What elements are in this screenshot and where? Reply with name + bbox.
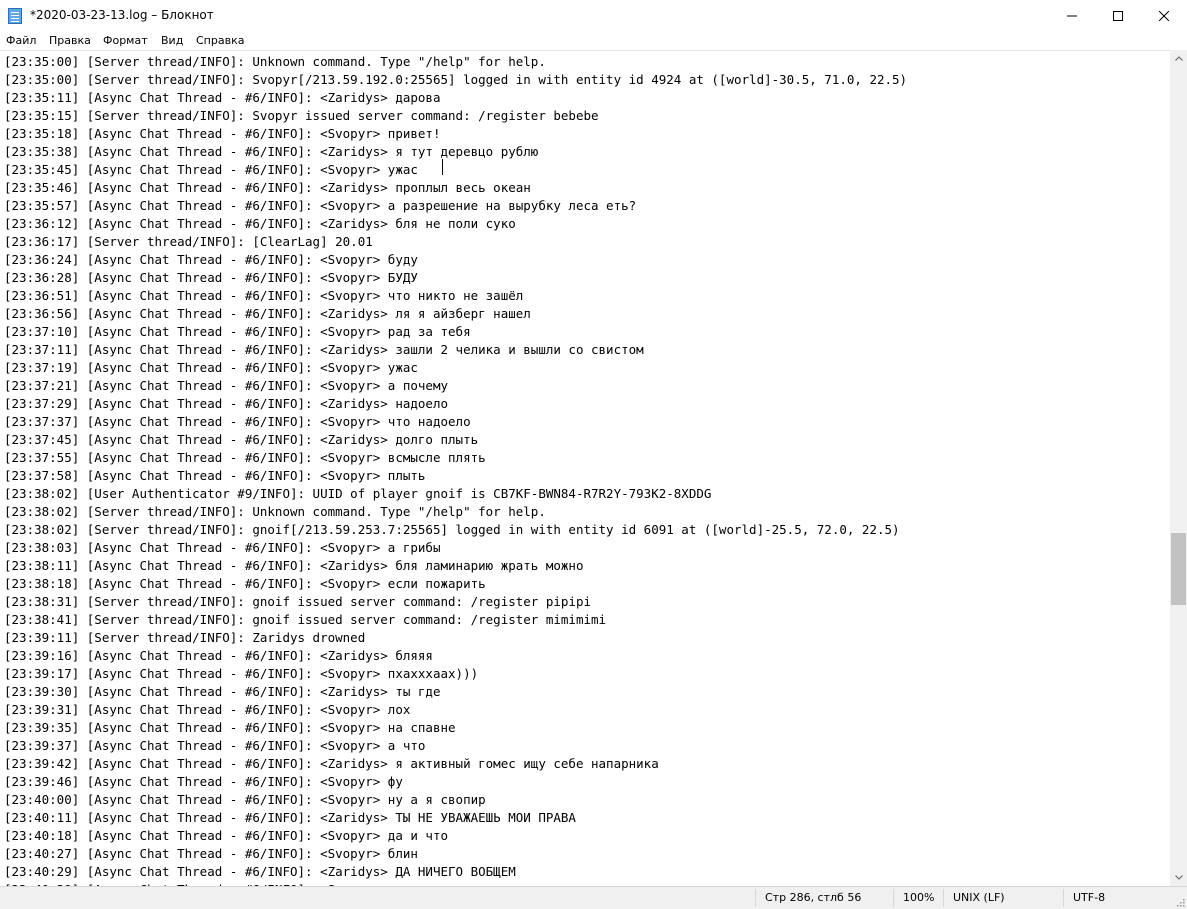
text-line[interactable]: [23:38:11] [Async Chat Thread - #6/INFO]… xyxy=(4,557,907,575)
menu-file[interactable]: Файл xyxy=(6,34,36,47)
text-line[interactable]: [23:37:55] [Async Chat Thread - #6/INFO]… xyxy=(4,449,907,467)
maximize-icon xyxy=(1113,11,1123,21)
status-divider xyxy=(893,889,894,907)
status-divider xyxy=(1063,889,1064,907)
text-line[interactable]: [23:36:28] [Async Chat Thread - #6/INFO]… xyxy=(4,269,907,287)
text-line[interactable]: [23:38:02] [Server thread/INFO]: Unknown… xyxy=(4,503,907,521)
menu-edit[interactable]: Правка xyxy=(49,34,91,47)
scroll-up-button[interactable] xyxy=(1170,50,1187,67)
text-line[interactable]: [23:36:12] [Async Chat Thread - #6/INFO]… xyxy=(4,215,907,233)
text-line[interactable]: [23:37:10] [Async Chat Thread - #6/INFO]… xyxy=(4,323,907,341)
menu-view[interactable]: Вид xyxy=(161,34,183,47)
status-cursor-position: Стр 286, стлб 56 xyxy=(765,891,862,904)
text-line[interactable]: [23:37:37] [Async Chat Thread - #6/INFO]… xyxy=(4,413,907,431)
text-line[interactable]: [23:36:24] [Async Chat Thread - #6/INFO]… xyxy=(4,251,907,269)
text-line[interactable]: [23:37:19] [Async Chat Thread - #6/INFO]… xyxy=(4,359,907,377)
scrollbar-thumb[interactable] xyxy=(1171,533,1186,605)
text-line[interactable]: [23:39:31] [Async Chat Thread - #6/INFO]… xyxy=(4,701,907,719)
text-caret xyxy=(442,159,443,175)
text-line[interactable]: [23:36:17] [Server thread/INFO]: [ClearL… xyxy=(4,233,907,251)
text-line[interactable]: [23:39:37] [Async Chat Thread - #6/INFO]… xyxy=(4,737,907,755)
text-line[interactable]: [23:36:51] [Async Chat Thread - #6/INFO]… xyxy=(4,287,907,305)
chevron-up-icon xyxy=(1174,56,1183,61)
text-line[interactable]: [23:35:11] [Async Chat Thread - #6/INFO]… xyxy=(4,89,907,107)
status-divider xyxy=(755,889,756,907)
text-line[interactable]: [23:36:56] [Async Chat Thread - #6/INFO]… xyxy=(4,305,907,323)
text-line[interactable]: [23:35:38] [Async Chat Thread - #6/INFO]… xyxy=(4,143,907,161)
text-line[interactable]: [23:39:11] [Server thread/INFO]: Zaridys… xyxy=(4,629,907,647)
text-line[interactable]: [23:40:18] [Async Chat Thread - #6/INFO]… xyxy=(4,827,907,845)
status-bar: Стр 286, стлб 56 100% UNIX (LF) UTF-8 xyxy=(0,886,1187,909)
notepad-icon xyxy=(8,8,22,24)
text-content[interactable]: [23:35:00] [Server thread/INFO]: Unknown… xyxy=(4,53,907,887)
text-line[interactable]: [23:39:35] [Async Chat Thread - #6/INFO]… xyxy=(4,719,907,737)
text-line[interactable]: [23:38:03] [Async Chat Thread - #6/INFO]… xyxy=(4,539,907,557)
text-line[interactable]: [23:38:18] [Async Chat Thread - #6/INFO]… xyxy=(4,575,907,593)
text-line[interactable]: [23:37:45] [Async Chat Thread - #6/INFO]… xyxy=(4,431,907,449)
text-line[interactable]: [23:35:15] [Server thread/INFO]: Svopyr … xyxy=(4,107,907,125)
text-line[interactable]: [23:39:30] [Async Chat Thread - #6/INFO]… xyxy=(4,683,907,701)
minimize-button[interactable] xyxy=(1049,0,1095,32)
close-button[interactable] xyxy=(1141,0,1187,32)
status-encoding: UTF-8 xyxy=(1073,891,1106,904)
text-line[interactable]: [23:35:18] [Async Chat Thread - #6/INFO]… xyxy=(4,125,907,143)
text-line[interactable]: [23:35:46] [Async Chat Thread - #6/INFO]… xyxy=(4,179,907,197)
status-line-ending: UNIX (LF) xyxy=(953,891,1005,904)
text-line[interactable]: [23:37:58] [Async Chat Thread - #6/INFO]… xyxy=(4,467,907,485)
menu-help[interactable]: Справка xyxy=(196,34,244,47)
text-line[interactable]: [23:39:42] [Async Chat Thread - #6/INFO]… xyxy=(4,755,907,773)
text-line[interactable]: [23:35:57] [Async Chat Thread - #6/INFO]… xyxy=(4,197,907,215)
text-line[interactable]: [23:38:31] [Server thread/INFO]: gnoif i… xyxy=(4,593,907,611)
text-line[interactable]: [23:39:17] [Async Chat Thread - #6/INFO]… xyxy=(4,665,907,683)
resize-grip-icon[interactable] xyxy=(1175,897,1185,907)
text-editor[interactable]: [23:35:00] [Server thread/INFO]: Unknown… xyxy=(0,50,1170,887)
text-line[interactable]: [23:35:45] [Async Chat Thread - #6/INFO]… xyxy=(4,161,907,179)
menu-bar: Файл Правка Формат Вид Справка xyxy=(0,32,1187,50)
title-bar[interactable]: *2020-03-23-13.log – Блокнот xyxy=(0,0,1187,32)
close-icon xyxy=(1159,11,1169,21)
text-line[interactable]: [23:40:00] [Async Chat Thread - #6/INFO]… xyxy=(4,791,907,809)
text-line[interactable]: [23:37:29] [Async Chat Thread - #6/INFO]… xyxy=(4,395,907,413)
chevron-down-icon xyxy=(1174,875,1183,880)
text-line[interactable]: [23:37:11] [Async Chat Thread - #6/INFO]… xyxy=(4,341,907,359)
status-divider xyxy=(943,889,944,907)
text-line[interactable]: [23:38:02] [User Authenticator #9/INFO]:… xyxy=(4,485,907,503)
maximize-button[interactable] xyxy=(1095,0,1141,32)
menu-format[interactable]: Формат xyxy=(103,34,148,47)
scroll-down-button[interactable] xyxy=(1170,869,1187,886)
text-line[interactable]: [23:37:21] [Async Chat Thread - #6/INFO]… xyxy=(4,377,907,395)
text-line[interactable]: [23:38:41] [Server thread/INFO]: gnoif i… xyxy=(4,611,907,629)
text-line[interactable]: [23:38:02] [Server thread/INFO]: gnoif[/… xyxy=(4,521,907,539)
text-line[interactable]: [23:40:27] [Async Chat Thread - #6/INFO]… xyxy=(4,845,907,863)
text-line[interactable]: [23:40:11] [Async Chat Thread - #6/INFO]… xyxy=(4,809,907,827)
text-line[interactable]: [23:39:16] [Async Chat Thread - #6/INFO]… xyxy=(4,647,907,665)
window-title: *2020-03-23-13.log – Блокнот xyxy=(30,8,214,22)
status-zoom: 100% xyxy=(903,891,935,904)
text-line[interactable]: [23:40:29] [Async Chat Thread - #6/INFO]… xyxy=(4,863,907,881)
text-line[interactable]: [23:35:00] [Server thread/INFO]: Svopyr[… xyxy=(4,71,907,89)
text-line[interactable]: [23:35:00] [Server thread/INFO]: Unknown… xyxy=(4,53,907,71)
vertical-scrollbar[interactable] xyxy=(1170,50,1187,886)
text-line[interactable]: [23:39:46] [Async Chat Thread - #6/INFO]… xyxy=(4,773,907,791)
minimize-icon xyxy=(1067,15,1077,17)
